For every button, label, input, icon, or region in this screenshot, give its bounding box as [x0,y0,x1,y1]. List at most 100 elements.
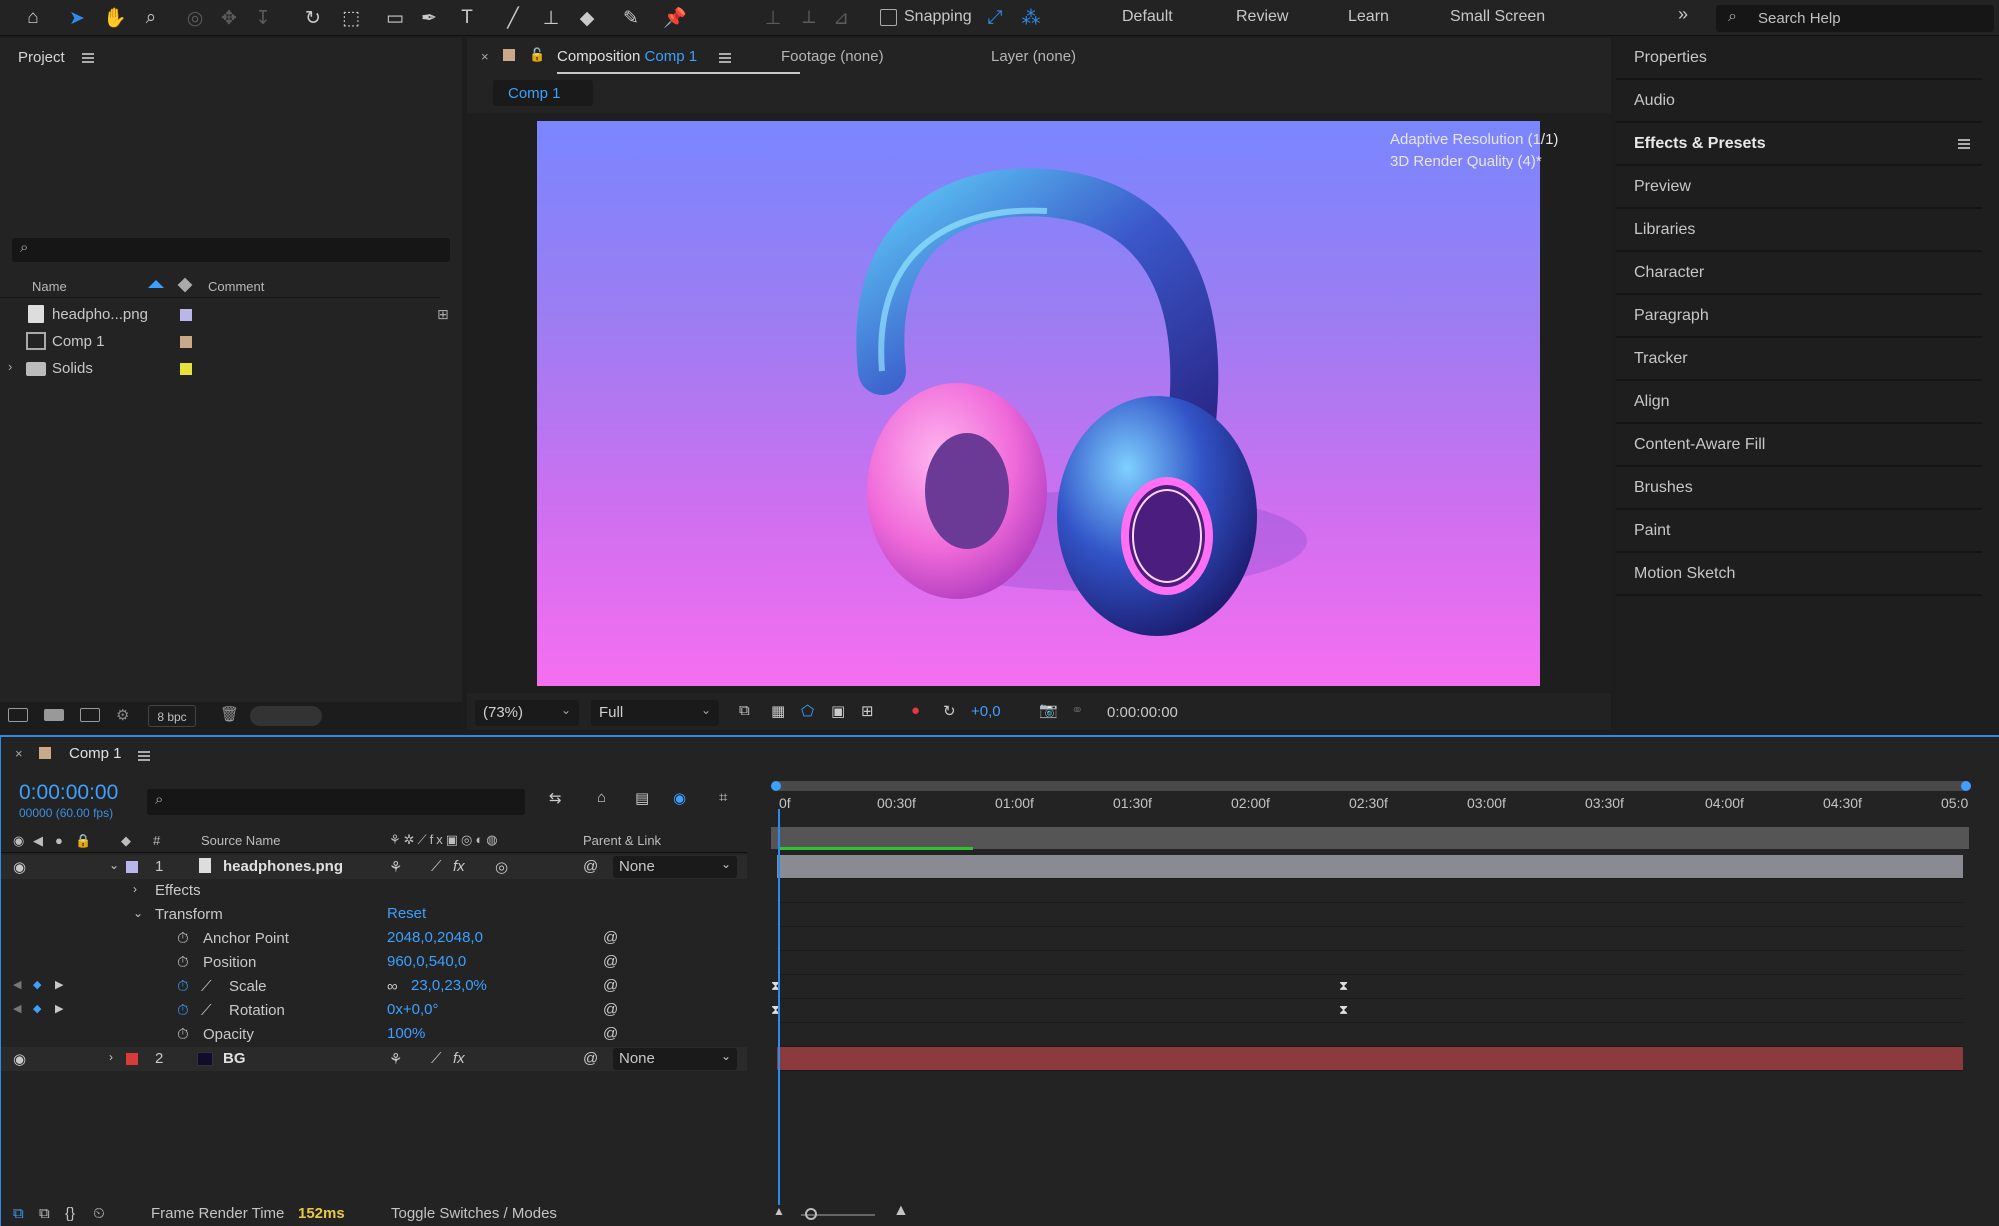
lock-icon[interactable]: 🔒 [75,833,91,849]
workspace-learn[interactable]: Learn [1348,8,1389,26]
graph-icon[interactable]: ⟋ [201,978,212,995]
exposure-value[interactable]: +0,0 [971,703,1001,720]
transparency-grid-icon[interactable]: ▦ [771,702,785,720]
close-tab-icon[interactable]: × [481,49,489,64]
roto-brush-icon[interactable]: ✎ [616,4,646,32]
view-axis-icon[interactable]: ⊿ [826,4,856,32]
paragraph-panel-item[interactable]: Paragraph [1616,296,1982,338]
trash-icon[interactable]: 🗑 [220,705,239,723]
dolly-camera-icon[interactable]: ↧ [248,4,278,32]
current-time-indicator[interactable] [778,809,780,1205]
layer-switches-icon[interactable]: ⧉ [13,1205,24,1222]
quality-icon[interactable]: ⟋ [431,858,442,875]
frame-blending-icon[interactable]: ▤ [635,789,649,807]
timeline-tab[interactable]: Comp 1 [69,745,122,762]
label-column-icon[interactable] [177,277,193,293]
toggle-switches-modes[interactable]: Toggle Switches / Modes [391,1205,557,1222]
bpc-button[interactable]: 8 bpc [148,705,196,727]
pick-whip-icon[interactable]: @ [583,1050,598,1067]
shy-icon[interactable]: ⚘ [389,1050,402,1068]
libraries-panel-item[interactable]: Libraries [1616,210,1982,252]
snap-edges-icon[interactable]: ⤢ [980,4,1010,32]
parent-dropdown[interactable]: None ⌄ [613,856,737,878]
property-row[interactable]: ⏱ Anchor Point 2048,0,2048,0 @ [1,927,747,951]
workspace-review[interactable]: Review [1236,8,1288,26]
next-keyframe-icon[interactable]: ▶ [55,978,63,991]
layer-label-swatch[interactable] [126,861,138,873]
reset-link[interactable]: Reset [387,905,426,922]
comp-navigator-button[interactable]: Comp 1 [493,80,593,106]
more-workspaces-icon[interactable]: » [1678,4,1688,25]
effects-presets-panel-item[interactable]: Effects & Presets [1616,124,1982,166]
project-item[interactable]: › Solids [0,355,440,382]
dependency-icon[interactable]: ⊞ [437,306,449,323]
sort-ascending-icon[interactable] [148,280,164,288]
add-keyframe-icon[interactable]: ◆ [33,1002,41,1015]
eraser-tool-icon[interactable]: ◆ [572,4,602,32]
project-item[interactable]: Comp 1 [0,328,440,355]
layer-duration-bar[interactable] [777,1047,1963,1071]
workspace-small-screen[interactable]: Small Screen [1450,8,1545,26]
effects-group-row[interactable]: › Effects [1,879,747,903]
collapse-chevron-icon[interactable]: ⌄ [133,906,143,920]
stopwatch-icon[interactable]: ⏱ [177,1026,189,1043]
paint-panel-item[interactable]: Paint [1616,511,1982,553]
project-item[interactable]: headpho...png ⊞ [0,301,449,328]
property-row[interactable]: ◀ ◆ ▶ ⏱ ⟋ Rotation 0x+0,0° @ [1,999,747,1023]
transfer-controls-icon[interactable]: ⧉ [39,1205,50,1222]
timeline-search-input[interactable]: ⌕ [147,789,525,815]
footage-tab[interactable]: Footage (none) [781,48,884,65]
composition-canvas[interactable] [537,121,1540,686]
project-menu-icon[interactable] [82,53,94,63]
label-swatch[interactable] [180,363,192,375]
local-axis-icon[interactable]: ⊥ [758,4,788,32]
comment-column-header[interactable]: Comment [208,279,264,294]
rectangle-tool-icon[interactable]: ▭ [380,4,410,32]
fast-previews-icon[interactable]: ⧉ [739,702,750,719]
layer-name[interactable]: BG [223,1050,246,1067]
clone-stamp-icon[interactable]: ⊥ [536,4,566,32]
workspace-default[interactable]: Default [1122,8,1173,26]
layer-row[interactable]: ◉ › 2 BG ⚘ ⟋ fx @ None ⌄ [1,1047,747,1071]
work-area-end-handle[interactable] [1961,781,1971,791]
puppet-pin-icon[interactable]: 📌 [660,4,690,32]
property-value[interactable]: 2048,0,2048,0 [387,929,483,946]
effects-menu-icon[interactable] [1958,139,1970,149]
interpret-footage-icon[interactable] [8,708,28,722]
selection-tool-icon[interactable]: ➤ [62,4,92,32]
grid-guides-icon[interactable]: ⊞ [861,702,874,720]
tracker-panel-item[interactable]: Tracker [1616,339,1982,381]
zoom-slider-handle[interactable] [805,1208,817,1220]
zoom-in-icon[interactable]: ▲ [893,1202,909,1220]
snapshot-icon[interactable]: 📷 [1039,701,1058,719]
pick-whip-icon[interactable]: @ [603,1025,618,1042]
parent-dropdown[interactable]: None ⌄ [613,1048,737,1070]
stopwatch-icon[interactable]: ⏱ [177,978,189,995]
property-value[interactable]: 23,0,23,0% [411,977,487,994]
video-toggle-icon[interactable]: ◉ [13,833,24,849]
pick-whip-icon[interactable]: @ [603,977,618,994]
timeline-menu-icon[interactable] [138,751,150,761]
draft-3d-icon[interactable]: ⌂ [597,789,606,806]
current-time-display[interactable]: 0:00:00:00 [19,781,118,805]
align-panel-item[interactable]: Align [1616,382,1982,424]
graph-icon[interactable]: ⟋ [201,1002,212,1019]
work-area-start-handle[interactable] [771,781,781,791]
pan-behind-icon[interactable]: ⬚ [336,4,366,32]
solo-icon[interactable]: ● [55,833,63,848]
thumbnail-size-slider[interactable] [250,706,322,726]
keyframe[interactable]: ⧗ [1339,978,1348,994]
character-panel-item[interactable]: Character [1616,253,1982,295]
home-icon[interactable]: ⌂ [18,4,48,32]
rotate-tool-icon[interactable]: ↻ [298,4,328,32]
new-folder-icon[interactable] [44,709,64,721]
next-keyframe-icon[interactable]: ▶ [55,1002,63,1015]
properties-panel-item[interactable]: Properties [1616,38,1982,80]
pen-tool-icon[interactable]: ✒ [414,4,444,32]
expand-chevron-icon[interactable]: › [109,1050,113,1064]
effects-switch-icon[interactable]: fx [453,858,465,875]
expand-chevron-icon[interactable]: › [8,359,12,374]
new-comp-icon[interactable] [80,708,100,722]
stopwatch-icon[interactable]: ⏱ [177,930,189,947]
layer-name[interactable]: headphones.png [223,858,343,875]
